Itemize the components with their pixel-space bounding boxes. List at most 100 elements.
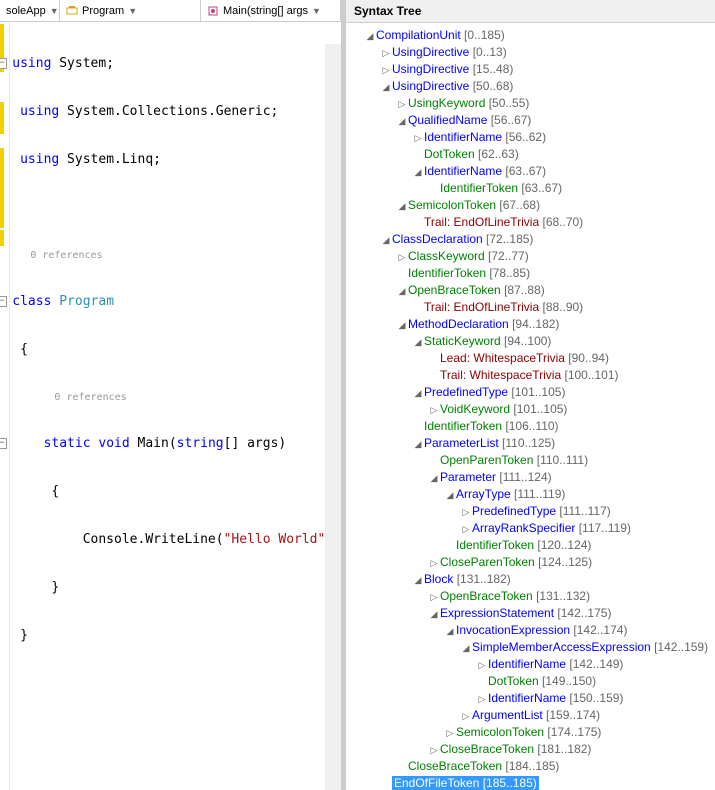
expand-toggle-open[interactable]: ◢ [412, 572, 424, 589]
code-line[interactable]: } [10, 628, 341, 644]
tree-node[interactable]: OpenParenToken [110..111) [348, 452, 713, 469]
code-line[interactable]: using System.Linq; [10, 152, 341, 168]
code-line[interactable]: −class Program [10, 294, 341, 310]
nav-class-dropdown[interactable]: Program ▼ [60, 0, 201, 21]
code-line[interactable]: { [10, 342, 341, 358]
expand-toggle-open[interactable]: ◢ [396, 113, 408, 130]
tree-node[interactable]: Trail: WhitespaceTrivia [100..101) [348, 367, 713, 384]
tree-node[interactable]: EndOfFileToken [185..185) [348, 775, 713, 790]
expand-toggle-open[interactable]: ◢ [412, 164, 424, 181]
tree-node[interactable]: IdentifierToken [120..124) [348, 537, 713, 554]
tree-node[interactable]: ▷UsingKeyword [50..55) [348, 95, 713, 112]
tree-node[interactable]: ◢CompilationUnit [0..185) [348, 27, 713, 44]
tree-node[interactable]: ◢IdentifierName [63..67) [348, 163, 713, 180]
tree-node[interactable]: IdentifierToken [78..85) [348, 265, 713, 282]
expand-toggle-closed[interactable]: ▷ [476, 657, 488, 674]
tree-node[interactable]: ▷VoidKeyword [101..105) [348, 401, 713, 418]
expand-toggle-open[interactable]: ◢ [460, 640, 472, 657]
tree-node[interactable]: ◢ArrayType [111..119) [348, 486, 713, 503]
nav-member-dropdown[interactable]: Main(string[] args ▼ [201, 0, 341, 21]
expand-toggle-open[interactable]: ◢ [428, 470, 440, 487]
tree-node[interactable]: ▷UsingDirective [0..13) [348, 44, 713, 61]
expand-toggle-open[interactable]: ◢ [412, 334, 424, 351]
expand-toggle-open[interactable]: ◢ [380, 79, 392, 96]
expand-toggle-open[interactable]: ◢ [444, 623, 456, 640]
expand-toggle-closed[interactable]: ▷ [460, 504, 472, 521]
tree-node[interactable]: ▷CloseParenToken [124..125) [348, 554, 713, 571]
scrollbar[interactable] [325, 44, 341, 790]
expand-toggle-closed[interactable]: ▷ [380, 62, 392, 79]
expand-toggle-open[interactable]: ◢ [396, 317, 408, 334]
tree-node[interactable]: ◢ClassDeclaration [72..185) [348, 231, 713, 248]
tree-node[interactable]: IdentifierToken [106..110) [348, 418, 713, 435]
tree-node[interactable]: ▷ArrayRankSpecifier [117..119) [348, 520, 713, 537]
tree-node[interactable]: ◢StaticKeyword [94..100) [348, 333, 713, 350]
code-line[interactable]: − static void Main(string[] args) [10, 436, 341, 452]
tree-node[interactable]: DotToken [149..150) [348, 673, 713, 690]
tree-node[interactable]: ◢QualifiedName [56..67) [348, 112, 713, 129]
code-line[interactable]: −using System; [10, 56, 341, 72]
tree-node[interactable]: ◢ParameterList [110..125) [348, 435, 713, 452]
tree-node[interactable]: Trail: EndOfLineTrivia [68..70) [348, 214, 713, 231]
code-editor[interactable]: −using System; using System.Collections.… [0, 22, 341, 790]
expand-toggle-closed[interactable]: ▷ [396, 249, 408, 266]
code-line[interactable]: { [10, 484, 341, 500]
expand-toggle-closed[interactable]: ▷ [428, 555, 440, 572]
codelens-references[interactable]: 0 references [10, 390, 341, 404]
syntax-tree[interactable]: ◢CompilationUnit [0..185)▷UsingDirective… [346, 23, 715, 790]
expand-toggle-open[interactable]: ◢ [412, 436, 424, 453]
tree-node[interactable]: IdentifierToken [63..67) [348, 180, 713, 197]
expand-toggle-open[interactable]: ◢ [412, 385, 424, 402]
code-line[interactable]: using System.Collections.Generic; [10, 104, 341, 120]
tree-node[interactable]: ◢SimpleMemberAccessExpression [142..159) [348, 639, 713, 656]
tree-node[interactable]: ◢Parameter [111..124) [348, 469, 713, 486]
tree-node[interactable]: Lead: WhitespaceTrivia [90..94) [348, 350, 713, 367]
tree-node[interactable]: ▷UsingDirective [15..48) [348, 61, 713, 78]
expand-toggle-closed[interactable]: ▷ [444, 725, 456, 742]
collapse-toggle[interactable]: − [0, 58, 7, 69]
tree-node[interactable]: ▷OpenBraceToken [131..132) [348, 588, 713, 605]
expand-toggle-closed[interactable]: ▷ [396, 96, 408, 113]
tree-node[interactable]: ◢Block [131..182) [348, 571, 713, 588]
collapse-toggle[interactable]: − [0, 438, 7, 449]
codelens-references[interactable]: 0 references [10, 248, 341, 262]
expand-toggle-closed[interactable]: ▷ [460, 521, 472, 538]
tree-node[interactable]: DotToken [62..63) [348, 146, 713, 163]
code-line[interactable] [10, 200, 341, 216]
expand-toggle-closed[interactable]: ▷ [460, 708, 472, 725]
tree-node[interactable]: ◢OpenBraceToken [87..88) [348, 282, 713, 299]
tree-node[interactable]: ▷SemicolonToken [174..175) [348, 724, 713, 741]
nav-project-dropdown[interactable]: soleApp ▼ [0, 0, 60, 21]
tree-node[interactable]: ◢ExpressionStatement [142..175) [348, 605, 713, 622]
tree-node[interactable]: ▷IdentifierName [150..159) [348, 690, 713, 707]
tree-node[interactable]: ◢MethodDeclaration [94..182) [348, 316, 713, 333]
expand-toggle-open[interactable]: ◢ [444, 487, 456, 504]
tree-node[interactable]: ▷ClassKeyword [72..77) [348, 248, 713, 265]
expand-toggle-closed[interactable]: ▷ [412, 130, 424, 147]
collapse-toggle[interactable]: − [0, 296, 7, 307]
expand-toggle-open[interactable]: ◢ [428, 606, 440, 623]
tree-node[interactable]: ▷IdentifierName [56..62) [348, 129, 713, 146]
expand-toggle-closed[interactable]: ▷ [428, 589, 440, 606]
expand-toggle-closed[interactable]: ▷ [476, 691, 488, 708]
expand-toggle-closed[interactable]: ▷ [428, 742, 440, 759]
expand-toggle-open[interactable]: ◢ [396, 283, 408, 300]
tree-node[interactable]: ▷PredefinedType [111..117) [348, 503, 713, 520]
code-line[interactable]: Console.WriteLine("Hello World"); [10, 532, 341, 548]
expand-toggle-open[interactable]: ◢ [396, 198, 408, 215]
tree-node[interactable]: ◢UsingDirective [50..68) [348, 78, 713, 95]
tree-node[interactable]: ◢InvocationExpression [142..174) [348, 622, 713, 639]
tree-node[interactable]: ▷IdentifierName [142..149) [348, 656, 713, 673]
code-body[interactable]: −using System; using System.Collections.… [10, 22, 341, 790]
tree-node[interactable]: ▷ArgumentList [159..174) [348, 707, 713, 724]
tree-node[interactable]: ◢SemicolonToken [67..68) [348, 197, 713, 214]
tree-node[interactable]: ▷CloseBraceToken [181..182) [348, 741, 713, 758]
tree-node[interactable]: Trail: EndOfLineTrivia [88..90) [348, 299, 713, 316]
tree-node[interactable]: ◢PredefinedType [101..105) [348, 384, 713, 401]
expand-toggle-open[interactable]: ◢ [364, 28, 376, 45]
expand-toggle-closed[interactable]: ▷ [428, 402, 440, 419]
code-line[interactable]: } [10, 580, 341, 596]
tree-node[interactable]: CloseBraceToken [184..185) [348, 758, 713, 775]
expand-toggle-closed[interactable]: ▷ [380, 45, 392, 62]
expand-toggle-open[interactable]: ◢ [380, 232, 392, 249]
